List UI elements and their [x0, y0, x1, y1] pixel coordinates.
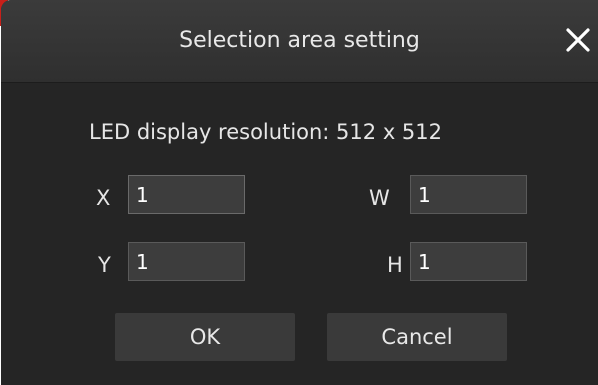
dialog-title: Selection area setting [179, 28, 420, 53]
close-button[interactable] [564, 25, 592, 55]
w-label: W [369, 186, 390, 210]
y-input[interactable] [128, 242, 245, 281]
resolution-label: LED display resolution: 512 x 512 [89, 120, 443, 144]
cancel-button[interactable]: Cancel [327, 313, 507, 361]
h-label: H [387, 253, 403, 277]
dialog-titlebar[interactable]: Selection area setting [1, 0, 598, 83]
selection-area-dialog: Selection area setting LED display resol… [1, 0, 598, 385]
ok-button[interactable]: OK [115, 313, 295, 361]
close-icon [566, 28, 590, 52]
x-label: X [96, 186, 111, 210]
h-input[interactable] [410, 242, 527, 281]
w-input[interactable] [410, 175, 527, 214]
y-label: Y [98, 253, 111, 277]
x-input[interactable] [128, 175, 245, 214]
